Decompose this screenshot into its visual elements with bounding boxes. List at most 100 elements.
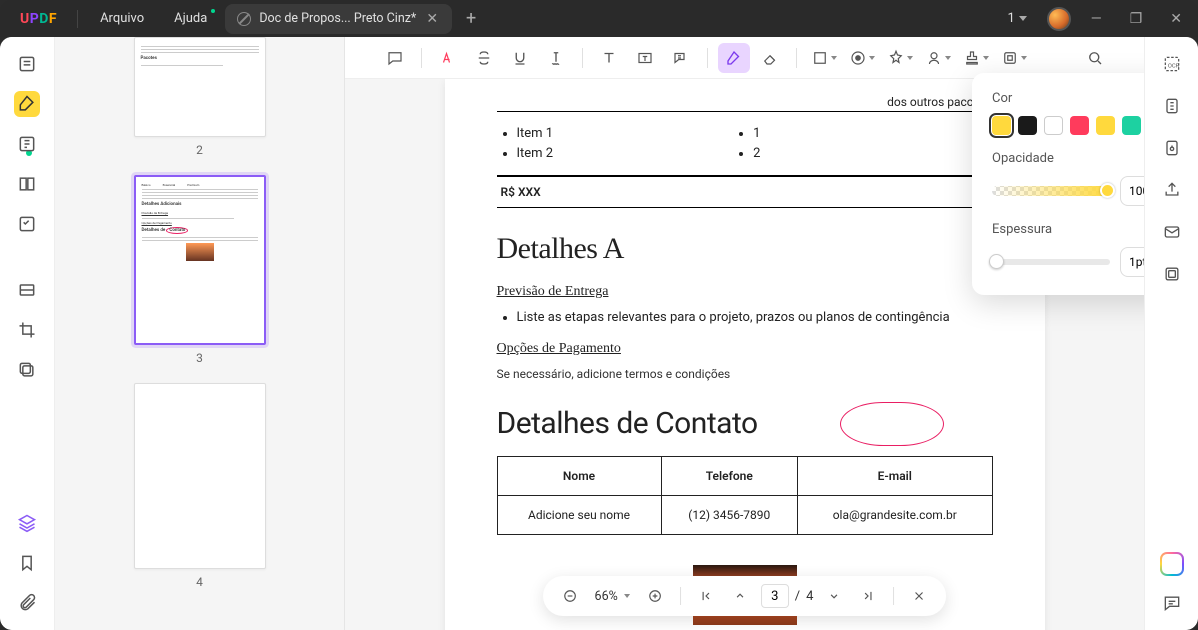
swatch-yellow-2[interactable] — [1096, 116, 1115, 135]
textbox-tool[interactable] — [629, 43, 661, 73]
thumbnail-2[interactable]: Pacotes — [134, 37, 266, 137]
close-window-button[interactable]: ✕ — [1162, 7, 1190, 31]
page-input[interactable] — [761, 584, 789, 608]
sticker-tool[interactable] — [883, 43, 917, 73]
new-tab-button[interactable]: + — [466, 8, 476, 29]
thumbnail-3[interactable]: BásicoEssencialPremium Detalhes Adiciona… — [134, 175, 266, 345]
heading-payment: Opções de Pagamento — [497, 338, 993, 359]
email-icon[interactable] — [1159, 219, 1185, 245]
zoom-dropdown[interactable]: 66% — [591, 589, 634, 604]
right-toolbar: OCR — [1144, 37, 1198, 630]
list-item: 2 — [753, 144, 760, 164]
chevron-down-icon — [1019, 16, 1027, 21]
stamp-approval-tool[interactable] — [959, 43, 993, 73]
reader-mode-icon[interactable] — [14, 51, 40, 77]
td-phone: (12) 3456-7890 — [661, 495, 797, 534]
pencil-tool[interactable] — [718, 43, 750, 73]
highlight-tool[interactable] — [432, 43, 464, 73]
user-avatar[interactable] — [1047, 7, 1071, 31]
callout-tool[interactable] — [665, 43, 697, 73]
th-name: Nome — [497, 456, 661, 495]
menu-file[interactable]: Arquivo — [86, 5, 158, 32]
next-page-button[interactable] — [821, 583, 847, 609]
compress-icon[interactable] — [1159, 93, 1185, 119]
redact-tool-icon[interactable] — [14, 277, 40, 303]
thumbnail-4-label: 4 — [196, 575, 203, 589]
menu-help-label: Ajuda — [174, 11, 207, 26]
share-icon[interactable] — [1159, 177, 1185, 203]
signature-tool[interactable] — [921, 43, 955, 73]
swatch-white[interactable] — [1044, 116, 1063, 135]
underline-tool[interactable] — [504, 43, 536, 73]
pencil-annotation[interactable] — [840, 402, 944, 446]
crop-tool-icon[interactable] — [14, 317, 40, 343]
ocr-icon[interactable]: OCR — [1159, 51, 1185, 77]
attachment-icon[interactable] — [14, 590, 40, 616]
chevron-down-icon — [1021, 56, 1027, 60]
ai-assistant-icon[interactable] — [1160, 552, 1184, 576]
maximize-button[interactable]: ❐ — [1122, 7, 1151, 31]
svg-text:OCR: OCR — [1167, 63, 1179, 69]
slider-thumb[interactable] — [989, 254, 1004, 269]
swatch-teal[interactable] — [1122, 116, 1141, 135]
highlight-tool-icon[interactable] — [14, 91, 40, 117]
document-tab[interactable]: Doc de Propos... Preto Cinz* ✕ — [225, 4, 452, 34]
minimize-button[interactable]: — — [1083, 7, 1110, 31]
strikethrough-tool[interactable] — [468, 43, 500, 73]
search-tool[interactable] — [1079, 43, 1111, 73]
thickness-value-dropdown[interactable]: 1pt — [1120, 247, 1144, 277]
page-total: 4 — [806, 589, 813, 604]
edit-text-icon[interactable] — [14, 131, 40, 157]
td-email: ola@grandesite.com.br — [798, 495, 993, 534]
document-canvas: Cor Opacidade 100% — [345, 37, 1144, 630]
bookmark-icon[interactable] — [14, 550, 40, 576]
layout-indicator[interactable]: 1 — [999, 7, 1034, 30]
zoom-nav-bar: 66% / 4 — [543, 576, 947, 616]
shapes-tool[interactable] — [807, 43, 841, 73]
prev-page-button[interactable] — [727, 583, 753, 609]
last-page-button[interactable] — [855, 583, 881, 609]
chevron-down-icon — [907, 56, 913, 60]
opacity-slider[interactable] — [992, 186, 1110, 196]
copy-tool-icon[interactable] — [14, 357, 40, 383]
swatch-yellow[interactable] — [992, 116, 1011, 135]
thumbnails-panel: Pacotes 2 BásicoEssencialPremium Detalhe… — [55, 37, 345, 630]
squiggly-tool[interactable] — [540, 43, 572, 73]
swatch-black[interactable] — [1018, 116, 1037, 135]
first-page-button[interactable] — [693, 583, 719, 609]
terms-text: Se necessário, adicione termos e condiçõ… — [497, 365, 993, 383]
batch-icon[interactable] — [1159, 261, 1185, 287]
chat-icon[interactable] — [1159, 590, 1185, 616]
thumbnail-2-label: 2 — [196, 143, 203, 157]
thickness-slider[interactable] — [992, 259, 1110, 265]
tab-close-button[interactable]: ✕ — [424, 11, 440, 27]
slider-thumb[interactable] — [1100, 183, 1115, 198]
layers-icon[interactable] — [14, 510, 40, 536]
highlighter-properties-popover: Cor Opacidade 100% — [972, 73, 1144, 295]
eraser-tool[interactable] — [754, 43, 786, 73]
notification-dot — [211, 9, 215, 13]
zoom-out-button[interactable] — [557, 583, 583, 609]
separator — [77, 10, 78, 28]
comment-tool[interactable] — [379, 43, 411, 73]
thumbnail-4[interactable] — [134, 383, 266, 569]
page-sep: / — [795, 589, 800, 604]
list-item: Item 1 — [517, 124, 554, 144]
protect-icon[interactable] — [1159, 135, 1185, 161]
menu-help[interactable]: Ajuda — [160, 5, 221, 32]
th-phone: Telefone — [661, 456, 797, 495]
text-tool[interactable] — [593, 43, 625, 73]
color-swatches — [992, 116, 1144, 135]
close-bar-button[interactable] — [906, 583, 932, 609]
zoom-in-button[interactable] — [642, 583, 668, 609]
attachment-tool[interactable] — [997, 43, 1031, 73]
form-tool-icon[interactable] — [14, 211, 40, 237]
document-icon — [237, 12, 251, 26]
stamp-tool[interactable] — [845, 43, 879, 73]
chevron-down-icon — [869, 56, 875, 60]
opacity-value: 100% — [1129, 184, 1144, 198]
page-tools-icon[interactable] — [14, 171, 40, 197]
opacity-label: Opacidade — [992, 151, 1144, 166]
opacity-value-dropdown[interactable]: 100% — [1120, 176, 1144, 206]
swatch-red[interactable] — [1070, 116, 1089, 135]
